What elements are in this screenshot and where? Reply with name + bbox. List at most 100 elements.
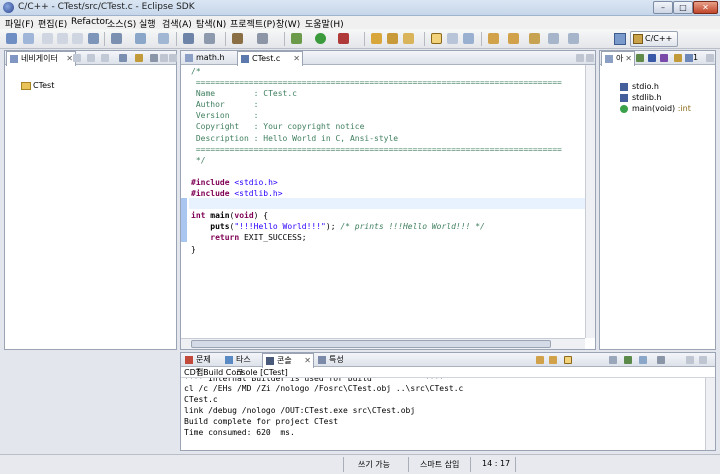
minimize-button[interactable]: – bbox=[653, 1, 673, 14]
build-icon[interactable] bbox=[88, 33, 99, 44]
editor-horizontal-scrollbar[interactable] bbox=[181, 338, 585, 349]
close-icon[interactable]: ✕ bbox=[304, 354, 311, 367]
toolbar-separator bbox=[225, 32, 226, 46]
new-icon[interactable] bbox=[6, 33, 17, 44]
minimize-view-icon[interactable] bbox=[686, 356, 694, 364]
prev-annotation-icon[interactable] bbox=[508, 33, 519, 44]
external-tools-icon[interactable] bbox=[338, 33, 349, 44]
maximize-view-icon[interactable] bbox=[699, 356, 707, 364]
navigator-item-label: CTest bbox=[33, 81, 55, 90]
toolbar-separator bbox=[284, 32, 285, 46]
close-icon[interactable]: ✕ bbox=[66, 52, 73, 65]
toolbar-separator bbox=[104, 32, 105, 46]
debug-icon[interactable] bbox=[291, 33, 302, 44]
new-folder-icon[interactable] bbox=[135, 33, 146, 44]
minimize-view-icon[interactable] bbox=[160, 54, 168, 62]
tab-math-h[interactable]: math.h bbox=[182, 51, 238, 65]
tab-tasks[interactable]: 타스크 bbox=[222, 353, 262, 377]
status-separator bbox=[515, 457, 516, 472]
open-perspective-icon[interactable] bbox=[614, 33, 626, 45]
main-toolbar: C/C++ bbox=[0, 29, 720, 49]
back-icon[interactable] bbox=[73, 54, 81, 62]
pencil-icon[interactable] bbox=[403, 33, 414, 44]
pin-console-icon[interactable] bbox=[624, 356, 632, 364]
back-icon[interactable] bbox=[548, 33, 559, 44]
hide-static-icon[interactable] bbox=[660, 54, 668, 62]
up-icon[interactable] bbox=[101, 54, 109, 62]
editor-tabbar: math.h CTest.c ✕ bbox=[181, 51, 595, 66]
toggle-mark-icon[interactable] bbox=[431, 33, 442, 44]
maximize-view-icon[interactable] bbox=[169, 54, 177, 62]
console-vertical-scrollbar[interactable] bbox=[705, 378, 715, 450]
show-whitespace-icon[interactable] bbox=[447, 33, 458, 44]
console-output[interactable]: **** Internal Builder is used for build … bbox=[184, 378, 463, 438]
hide-fields-icon[interactable] bbox=[648, 54, 656, 62]
menu-refactor[interactable]: Refactor bbox=[71, 17, 109, 27]
save-all-icon[interactable] bbox=[57, 33, 68, 44]
minimize-view-icon[interactable] bbox=[706, 54, 714, 62]
next-annotation-icon[interactable] bbox=[488, 33, 499, 44]
console-title: CDT Build Console [CTest] bbox=[181, 367, 715, 378]
outline-item-stdlib[interactable]: stdlib.h bbox=[620, 93, 662, 102]
tab-outline-2[interactable]: 1 bbox=[684, 51, 702, 65]
print-icon[interactable] bbox=[72, 33, 83, 44]
outline-item-main[interactable]: main(void) :int bbox=[620, 104, 691, 113]
status-separator bbox=[408, 457, 409, 472]
c-file-icon bbox=[241, 55, 249, 63]
tab-properties[interactable]: 특성 bbox=[315, 353, 351, 367]
close-icon[interactable]: ✕ bbox=[293, 52, 300, 65]
forward-icon[interactable] bbox=[568, 33, 579, 44]
new-file-icon[interactable] bbox=[183, 33, 194, 44]
paragraph-icon[interactable] bbox=[463, 33, 474, 44]
new-dropdown-icon[interactable] bbox=[23, 33, 34, 44]
new-class-icon[interactable] bbox=[158, 33, 169, 44]
scroll-thumb[interactable] bbox=[191, 340, 551, 348]
scroll-lock-icon[interactable] bbox=[564, 356, 572, 364]
new-project-icon[interactable] bbox=[111, 33, 122, 44]
tab-ctest-c[interactable]: CTest.c ✕ bbox=[237, 51, 303, 66]
include-icon bbox=[620, 83, 628, 91]
view-menu-icon[interactable] bbox=[150, 54, 158, 62]
minimize-view-icon[interactable] bbox=[576, 54, 584, 62]
properties-icon bbox=[318, 356, 326, 364]
tab-problems[interactable]: 문제점 bbox=[182, 353, 222, 377]
outline-item-stdio[interactable]: stdio.h bbox=[620, 82, 659, 91]
folder-icon bbox=[21, 82, 31, 90]
clear-console-icon[interactable] bbox=[609, 356, 617, 364]
open-type-icon[interactable] bbox=[204, 33, 215, 44]
tab-outline[interactable]: 아 ✕ bbox=[601, 51, 635, 66]
run-icon[interactable] bbox=[315, 33, 326, 44]
tab-label: math.h bbox=[196, 53, 225, 62]
toolbar-separator bbox=[176, 32, 177, 46]
sort-icon[interactable] bbox=[636, 54, 644, 62]
build-config-icon[interactable] bbox=[257, 33, 268, 44]
toolbar-separator bbox=[364, 32, 365, 46]
tab-console[interactable]: 콘솔 ✕ bbox=[262, 353, 314, 368]
close-button[interactable]: ✕ bbox=[693, 1, 718, 14]
display-console-icon[interactable] bbox=[639, 356, 647, 364]
navigator-item-ctest[interactable]: CTest bbox=[21, 81, 54, 90]
code-editor[interactable]: /* =====================================… bbox=[191, 66, 562, 255]
maximize-view-icon[interactable] bbox=[586, 54, 594, 62]
collapse-all-icon[interactable] bbox=[119, 54, 127, 62]
open-console-icon[interactable] bbox=[657, 356, 665, 364]
tasks-icon bbox=[225, 356, 233, 364]
search-icon[interactable] bbox=[387, 33, 398, 44]
build-hammer-icon[interactable] bbox=[232, 33, 243, 44]
navigator-icon bbox=[10, 55, 18, 63]
perspective-cpp-button[interactable]: C/C++ bbox=[630, 31, 678, 47]
prev-icon[interactable] bbox=[549, 356, 557, 364]
function-icon bbox=[620, 105, 628, 113]
forward-icon[interactable] bbox=[87, 54, 95, 62]
editor-vertical-scrollbar[interactable] bbox=[585, 65, 595, 338]
open-folder-icon[interactable] bbox=[371, 33, 382, 44]
next-icon[interactable] bbox=[536, 356, 544, 364]
tab-navigator[interactable]: 네비게이터 ✕ bbox=[6, 51, 76, 66]
hide-nonpublic-icon[interactable] bbox=[674, 54, 682, 62]
save-icon[interactable] bbox=[42, 33, 53, 44]
maximize-button[interactable]: □ bbox=[673, 1, 693, 14]
close-icon[interactable]: ✕ bbox=[625, 52, 632, 65]
link-editor-icon[interactable] bbox=[135, 54, 143, 62]
navigator-panel: 네비게이터 ✕ CTest bbox=[4, 50, 177, 350]
last-edit-icon[interactable] bbox=[529, 33, 540, 44]
